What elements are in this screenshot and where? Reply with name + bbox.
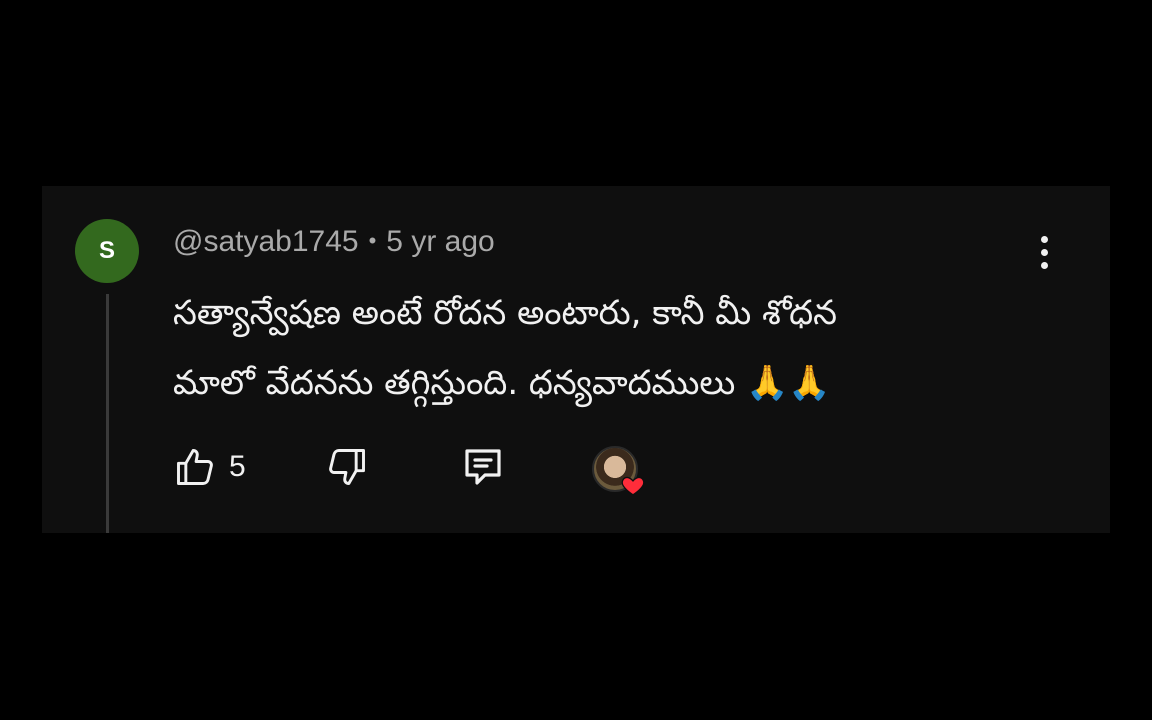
separator-dot: •: [368, 228, 377, 253]
comment-header: @satyab1745 • 5 yr ago: [173, 222, 495, 261]
like-button[interactable]: 5: [173, 442, 246, 492]
heart-icon: [620, 472, 646, 498]
avatar[interactable]: S: [75, 219, 139, 283]
thread-line: [106, 294, 109, 533]
comment-card: S @satyab1745 • 5 yr ago సత్యాన్వేషణ అంటే …: [42, 186, 1110, 533]
more-vert-icon[interactable]: [1032, 230, 1056, 274]
thumbs-down-icon: [325, 445, 369, 489]
reply-comment-icon: [459, 443, 507, 491]
dislike-button[interactable]: [325, 442, 369, 492]
creator-heart-badge: [592, 446, 645, 496]
comment-text-line-2: మాలో వేదనను తగ్గిస్తుంది. ధన్యవాదములు 🙏🙏: [173, 363, 831, 403]
reply-button[interactable]: [459, 442, 507, 492]
timestamp[interactable]: 5 yr ago: [386, 225, 494, 258]
username[interactable]: @satyab1745: [173, 225, 359, 258]
like-count: 5: [229, 450, 246, 483]
avatar-letter: S: [98, 237, 115, 264]
thumbs-up-icon: [173, 445, 217, 489]
comment-text: సత్యాన్వేషణ అంటే రోదన అంటారు, కానీ మీ శో…: [173, 278, 1013, 418]
comment-text-line-1: సత్యాన్వేషణ అంటే రోదన అంటారు, కానీ మీ శో…: [173, 293, 838, 333]
